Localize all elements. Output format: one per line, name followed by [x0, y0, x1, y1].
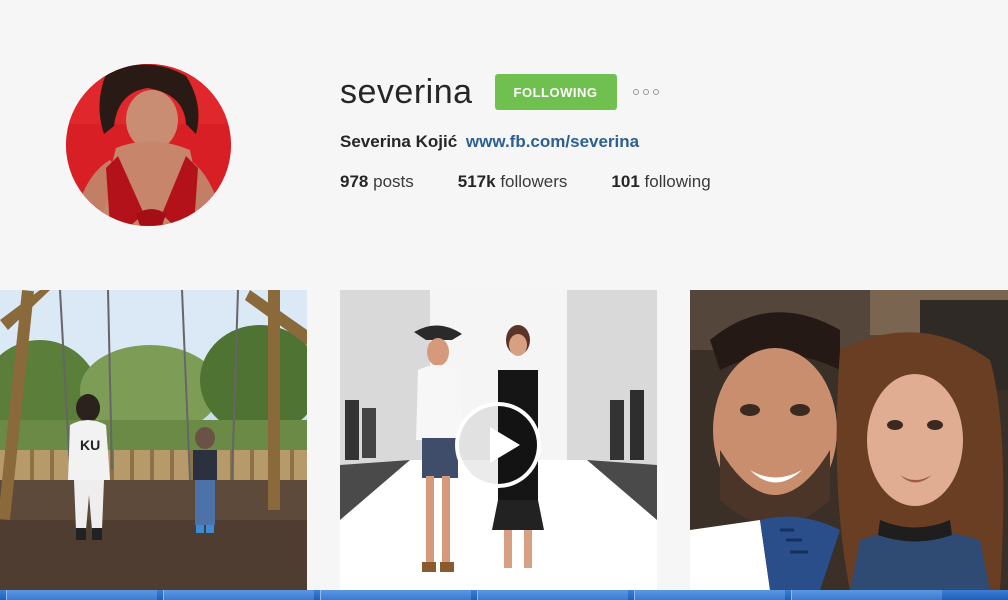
svg-text:KU: KU [80, 437, 100, 453]
post-thumbnail[interactable] [340, 290, 657, 590]
profile-website-link[interactable]: www.fb.com/severina [466, 132, 639, 151]
following-button[interactable]: FOLLOWING [494, 74, 617, 110]
taskbar-button[interactable] [791, 590, 942, 600]
posts-label: posts [373, 172, 414, 191]
posts-stat: 978 posts [340, 172, 414, 192]
profile-stats: 978 posts 517k followers 101 following [340, 172, 980, 192]
playground-photo: KU [0, 290, 307, 590]
profile-page: severina FOLLOWING Severina Kojić www.fb… [0, 0, 1008, 600]
following-stat[interactable]: 101 following [611, 172, 710, 192]
more-options-icon[interactable] [632, 82, 659, 102]
name-row: severina FOLLOWING [340, 70, 980, 114]
play-icon[interactable] [455, 402, 541, 488]
followers-count: 517k [457, 172, 496, 191]
post-thumbnail[interactable] [690, 290, 1008, 590]
avatar-image [66, 64, 231, 226]
followers-label: followers [500, 172, 568, 191]
selfie-photo [690, 290, 1008, 590]
profile-full-name: Severina Kojić [340, 132, 458, 151]
taskbar-button[interactable] [477, 590, 628, 600]
os-taskbar [0, 590, 1008, 600]
taskbar-button[interactable] [163, 590, 314, 600]
taskbar-button[interactable] [320, 590, 471, 600]
taskbar-button[interactable] [6, 590, 157, 600]
more-dot [632, 89, 639, 95]
bio-row: Severina Kojić www.fb.com/severina [340, 132, 980, 152]
followers-stat[interactable]: 517k followers [458, 172, 568, 192]
more-dot [652, 89, 659, 95]
following-label: following [644, 172, 711, 191]
profile-avatar[interactable] [66, 64, 231, 226]
profile-info: severina FOLLOWING Severina Kojić www.fb… [340, 70, 980, 192]
taskbar-button[interactable] [634, 590, 785, 600]
profile-username: severina [340, 72, 473, 111]
following-count: 101 [611, 172, 640, 191]
posts-count: 978 [340, 172, 369, 191]
post-thumbnail[interactable]: KU [0, 290, 307, 590]
more-dot [642, 89, 649, 95]
